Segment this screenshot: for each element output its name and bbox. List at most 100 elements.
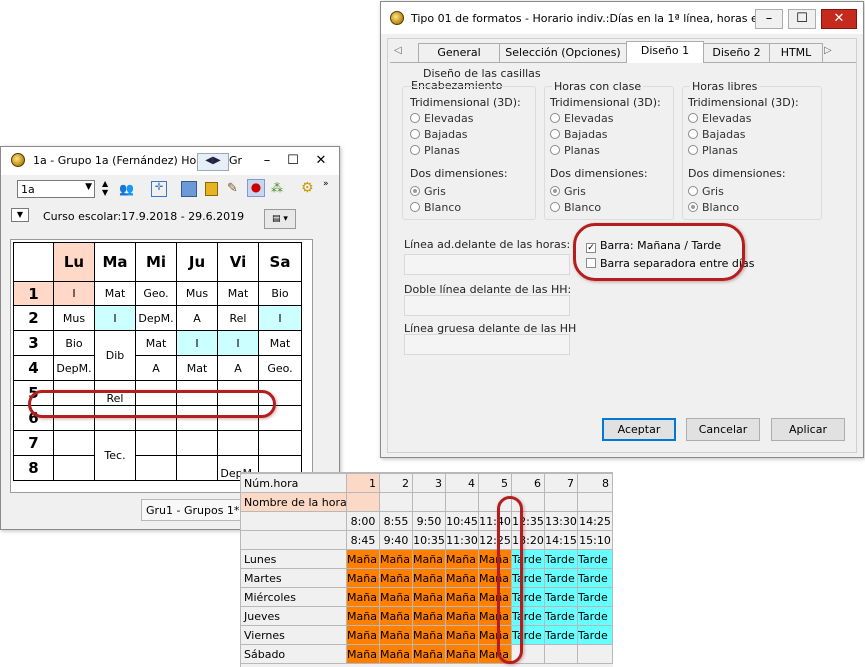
apply-button[interactable]: Aplicar <box>771 418 845 441</box>
period-cell[interactable]: Tarde <box>577 625 613 645</box>
day-header[interactable]: Ma <box>94 242 136 282</box>
hour-name-cell[interactable] <box>577 492 613 512</box>
period-cell[interactable]: Maña <box>379 568 413 588</box>
hour-number[interactable]: 8 <box>577 473 613 493</box>
lesson-cell[interactable]: Dib <box>94 330 136 381</box>
start-time[interactable]: 8:00 <box>346 511 380 531</box>
period-cell[interactable]: Maña <box>412 606 446 626</box>
day-header[interactable]: Vi <box>217 242 259 282</box>
maximize-button[interactable]: ☐ <box>283 152 303 170</box>
lesson-cell[interactable]: Mus <box>53 305 95 331</box>
hour-number[interactable]: 6 <box>511 473 545 493</box>
lesson-cell[interactable]: I <box>176 330 218 356</box>
people-icon[interactable]: 👥 <box>119 182 134 196</box>
tools-icon[interactable]: ✎ <box>227 181 238 196</box>
period-cell[interactable]: Maña <box>346 625 380 645</box>
radio-gray[interactable]: Gris <box>550 185 586 198</box>
period-cell[interactable]: Maña <box>445 587 479 607</box>
lesson-cell[interactable]: Bio <box>258 281 302 306</box>
period-cell[interactable]: Maña <box>412 568 446 588</box>
radio-white[interactable]: Blanco <box>410 201 461 214</box>
start-time[interactable]: 8:55 <box>379 511 413 531</box>
pin-icon[interactable]: ● <box>247 179 265 197</box>
expand-dropdown-button[interactable]: ▼ <box>11 208 29 222</box>
period-cell[interactable]: Maña <box>445 568 479 588</box>
lesson-cell[interactable]: DepM. <box>135 305 177 331</box>
radio-flat[interactable]: Planas <box>688 144 738 157</box>
settings-gear-icon[interactable]: ⚙ <box>301 180 314 196</box>
thick-line-field[interactable] <box>404 334 570 355</box>
hour-number[interactable]: 7 <box>544 473 578 493</box>
minimize-button[interactable]: – <box>257 152 277 170</box>
hour-number[interactable]: 3 <box>412 473 446 493</box>
end-time[interactable]: 15:10 <box>577 530 613 550</box>
lesson-cell[interactable]: DepM. <box>53 355 95 381</box>
period-cell[interactable]: Maña <box>445 606 479 626</box>
radio-white[interactable]: Blanco <box>550 201 601 214</box>
lesson-cell[interactable] <box>135 455 177 481</box>
start-time[interactable]: 10:45 <box>445 511 479 531</box>
hour-number[interactable]: 2 <box>379 473 413 493</box>
hour-number[interactable]: 1 <box>13 281 54 306</box>
radio-raised[interactable]: Elevadas <box>550 112 613 125</box>
lesson-cell[interactable] <box>217 430 259 456</box>
close-button[interactable]: ✕ <box>311 152 331 170</box>
radio-white[interactable]: Blanco <box>688 201 739 214</box>
hour-number[interactable]: 1 <box>346 473 380 493</box>
radio-sunken[interactable]: Bajadas <box>688 128 746 141</box>
start-time[interactable]: 14:25 <box>577 511 613 531</box>
lesson-cell[interactable]: Geo. <box>258 355 302 381</box>
line-before-hours-field[interactable] <box>404 254 570 275</box>
accept-button[interactable]: Aceptar <box>602 418 676 441</box>
period-cell[interactable]: Maña <box>379 644 413 664</box>
lesson-cell[interactable]: Mat <box>217 281 259 306</box>
lesson-cell[interactable] <box>176 455 218 481</box>
period-cell[interactable]: Tarde <box>544 606 578 626</box>
radio-raised[interactable]: Elevadas <box>688 112 751 125</box>
lesson-cell[interactable]: Mus <box>176 281 218 306</box>
period-cell[interactable]: Maña <box>346 644 380 664</box>
start-time[interactable]: 13:30 <box>544 511 578 531</box>
period-cell[interactable]: Tarde <box>577 568 613 588</box>
start-time[interactable]: 9:50 <box>412 511 446 531</box>
lesson-cell[interactable] <box>176 430 218 456</box>
lesson-cell[interactable]: A <box>217 355 259 381</box>
lesson-cell[interactable]: I <box>94 305 136 331</box>
radio-raised[interactable]: Elevadas <box>410 112 473 125</box>
lesson-cell[interactable]: I <box>53 281 95 306</box>
end-time[interactable]: 10:35 <box>412 530 446 550</box>
day-header[interactable]: Lu <box>53 242 95 282</box>
maximize-button[interactable]: ☐ <box>788 9 816 29</box>
hour-name-cell[interactable] <box>379 492 413 512</box>
lesson-cell[interactable] <box>258 430 302 456</box>
network-icon[interactable]: ⁂ <box>271 181 283 195</box>
hour-number[interactable]: 8 <box>13 455 54 481</box>
lesson-cell[interactable]: Tec. <box>94 430 136 481</box>
nav-arrows-icon[interactable]: ◀▶ <box>197 153 229 171</box>
tab-diseno-2[interactable]: Diseño 2 <box>703 43 770 62</box>
tab-diseno-1[interactable]: Diseño 1 <box>626 41 704 63</box>
period-cell[interactable]: Tarde <box>577 549 613 569</box>
day-header[interactable]: Ju <box>176 242 218 282</box>
lesson-cell[interactable] <box>135 430 177 456</box>
tab-general[interactable]: General <box>418 43 500 62</box>
radio-flat[interactable]: Planas <box>550 144 600 157</box>
period-cell[interactable]: Maña <box>379 549 413 569</box>
hour-name-cell[interactable] <box>544 492 578 512</box>
hour-number[interactable]: 2 <box>13 305 54 331</box>
lesson-cell[interactable]: Bio <box>53 330 95 356</box>
hour-name-cell[interactable] <box>445 492 479 512</box>
period-cell[interactable]: Maña <box>412 625 446 645</box>
double-line-field[interactable] <box>404 295 570 316</box>
lesson-cell[interactable]: I <box>217 330 259 356</box>
period-cell[interactable]: Maña <box>412 644 446 664</box>
hour-number[interactable]: 7 <box>13 430 54 456</box>
radio-flat[interactable]: Planas <box>410 144 460 157</box>
period-cell[interactable]: Maña <box>379 606 413 626</box>
period-cell[interactable]: Maña <box>445 549 479 569</box>
period-cell[interactable] <box>577 644 613 664</box>
radio-gray[interactable]: Gris <box>410 185 446 198</box>
radio-sunken[interactable]: Bajadas <box>410 128 468 141</box>
close-button[interactable]: ✕ <box>821 9 857 29</box>
period-cell[interactable]: Maña <box>412 549 446 569</box>
